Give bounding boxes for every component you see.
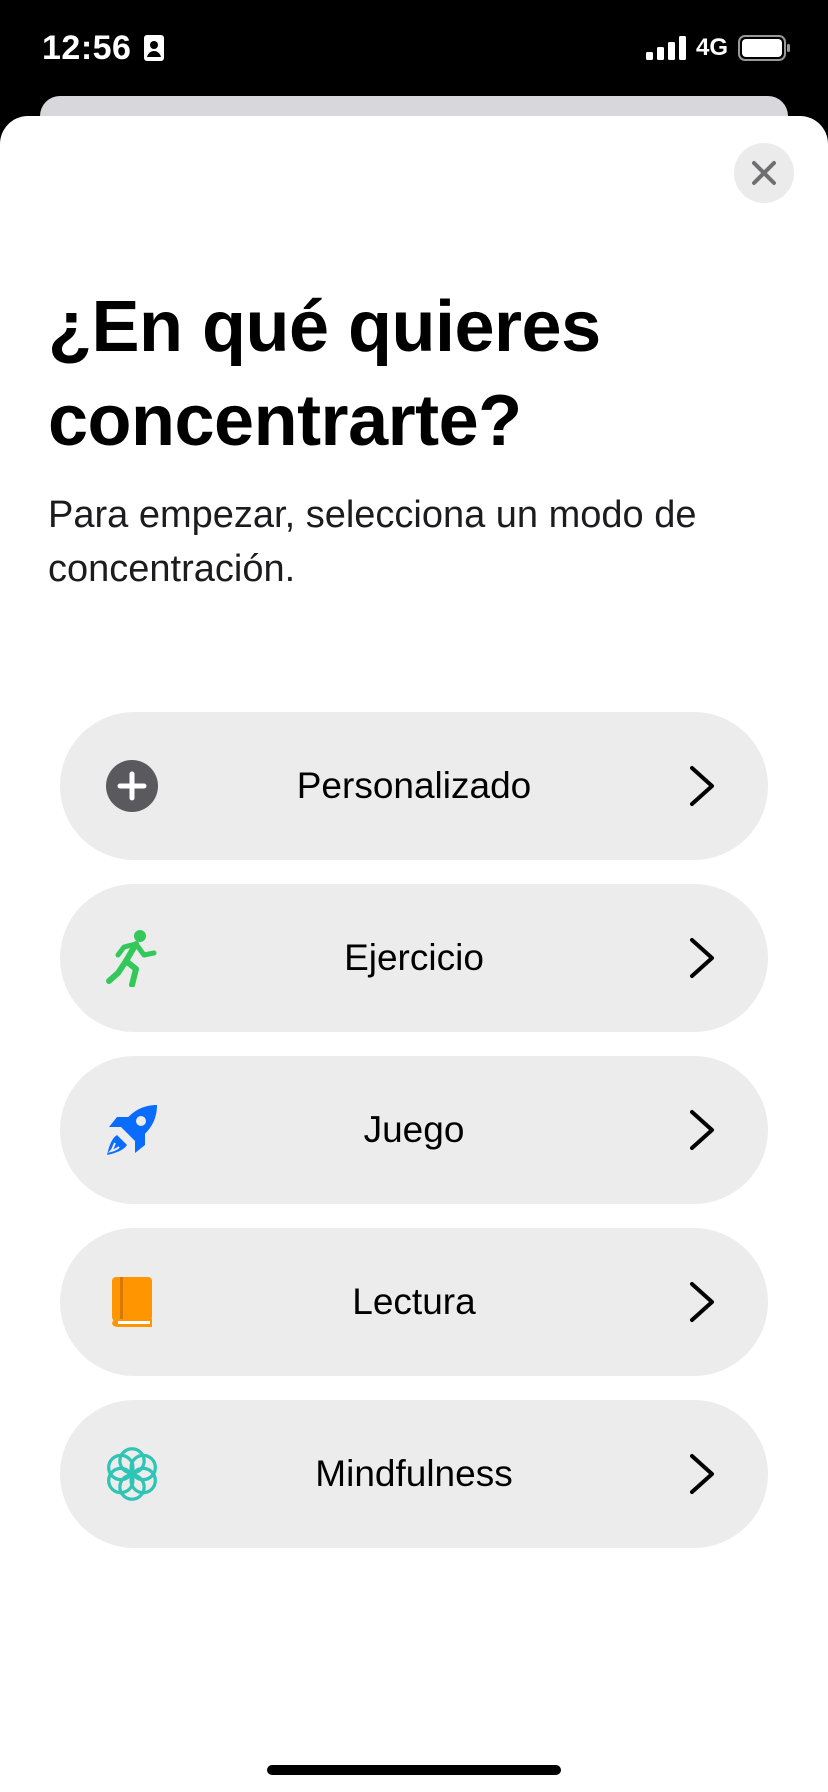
status-right: 4G xyxy=(645,34,792,62)
chevron-right-icon xyxy=(690,938,714,978)
battery-icon xyxy=(738,35,790,61)
option-personalizado[interactable]: Personalizado xyxy=(60,712,768,860)
option-mindfulness[interactable]: Mindfulness xyxy=(60,1400,768,1548)
home-indicator[interactable] xyxy=(267,1765,561,1775)
close-icon xyxy=(752,161,776,185)
status-time: 12:56 xyxy=(42,28,132,67)
focus-mode-list: Personalizado Ejercicio Juego Lectura Mi… xyxy=(60,712,768,1572)
chevron-right-icon xyxy=(690,1282,714,1322)
book-icon xyxy=(104,1274,160,1330)
plus-circle-icon xyxy=(104,758,160,814)
contact-card-icon xyxy=(144,35,165,61)
option-label: Mindfulness xyxy=(315,1453,513,1494)
option-label: Juego xyxy=(363,1109,465,1150)
option-ejercicio[interactable]: Ejercicio xyxy=(60,884,768,1032)
option-label: Personalizado xyxy=(296,765,532,806)
chevron-right-icon xyxy=(690,1454,714,1494)
option-label: Ejercicio xyxy=(344,937,484,978)
status-left: 12:56 xyxy=(42,29,165,68)
page-title: ¿En qué quieres concentrarte? xyxy=(48,287,601,461)
chevron-right-icon xyxy=(690,1110,714,1150)
chevron-right-icon xyxy=(690,766,714,806)
page-subtitle: Para empezar, selecciona un modo de conc… xyxy=(48,494,697,590)
option-lectura[interactable]: Lectura xyxy=(60,1228,768,1376)
status-bar: 12:56 4G xyxy=(0,0,828,96)
close-button[interactable] xyxy=(734,143,794,203)
running-figure-icon xyxy=(104,930,160,987)
flower-icon xyxy=(104,1446,160,1502)
screen: 12:56 4G ¿En qué quieres concentrarte? P… xyxy=(0,0,828,1792)
option-label: Lectura xyxy=(352,1281,476,1322)
network-type: 4G xyxy=(695,34,728,61)
rocket-icon xyxy=(104,1102,160,1158)
signal-bars-icon xyxy=(645,36,686,60)
option-juego[interactable]: Juego xyxy=(60,1056,768,1204)
